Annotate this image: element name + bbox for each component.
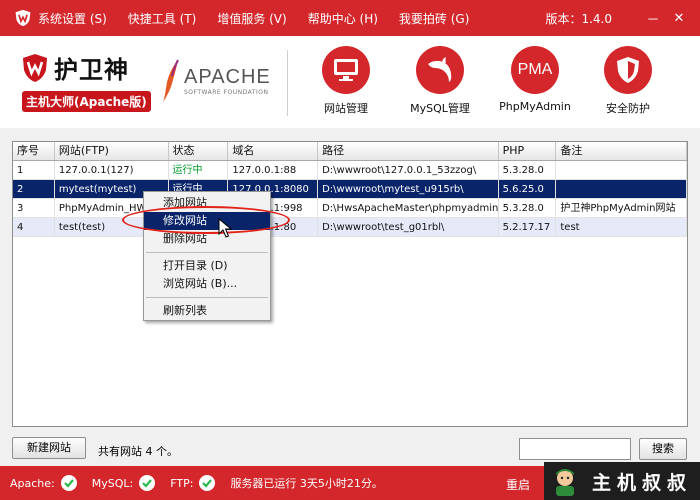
- cell-path: D:\wwwroot\test_g01rbl\: [318, 218, 499, 236]
- ctx-edit-site[interactable]: 修改网站: [144, 212, 270, 230]
- cell-site: 127.0.0.1(127): [55, 161, 169, 179]
- mascot-icon: [556, 469, 574, 496]
- dolphin-icon: [428, 57, 452, 82]
- cell-php: 5.3.28.0: [499, 199, 557, 217]
- context-menu: 添加网站 修改网站 删除网站 打开目录 (D) 浏览网站 (B)... 刷新列表: [143, 191, 271, 321]
- cell-path: D:\wwwroot\mytest_u915rb\: [318, 180, 499, 198]
- menu-quick-tools[interactable]: 快捷工具 (T): [128, 10, 197, 27]
- tool-phpmyadmin[interactable]: PMA PhpMyAdmin: [495, 46, 575, 113]
- search-button[interactable]: 搜索: [639, 438, 687, 460]
- column-header-status[interactable]: 状态: [169, 142, 229, 160]
- cell-php: 5.2.17.17: [499, 218, 557, 236]
- header-divider: [287, 50, 288, 116]
- table-row[interactable]: 3 PhpMyAdmin_HWS 127.0.0.1:998 D:\HwsApa…: [13, 199, 687, 218]
- bottom-bar: 新建网站 共有网站 4 个。 搜索: [0, 432, 700, 466]
- cell-index: 3: [13, 199, 55, 217]
- cell-status: 运行中: [169, 161, 229, 179]
- column-header-domain[interactable]: 域名: [228, 142, 319, 160]
- tool-mysql-management-label: MySQL管理: [410, 102, 470, 115]
- minimize-button[interactable]: －: [640, 9, 666, 28]
- table-row[interactable]: 1 127.0.0.1(127) 运行中 127.0.0.1:88 D:\www…: [13, 161, 687, 180]
- column-header-site[interactable]: 网站(FTP): [55, 142, 169, 160]
- version-label: 版本：1.4.0: [545, 11, 612, 26]
- brand-shield-icon: [23, 53, 47, 82]
- new-site-button[interactable]: 新建网站: [12, 437, 86, 459]
- ctx-browse-site[interactable]: 浏览网站 (B)...: [144, 275, 270, 293]
- brand-logo: 护卫神 主机大师(Apache版): [22, 50, 151, 116]
- cell-index: 4: [13, 218, 55, 236]
- tool-mysql-management[interactable]: MySQL管理: [400, 46, 480, 116]
- ctx-delete-site[interactable]: 删除网站: [144, 230, 270, 248]
- restart-button[interactable]: 重启: [506, 476, 530, 493]
- mysql-ok-icon: [139, 475, 156, 491]
- cell-path: D:\wwwroot\127.0.0.1_53zzog\: [318, 161, 499, 179]
- column-header-index[interactable]: 序号: [13, 142, 55, 160]
- ctx-open-directory[interactable]: 打开目录 (D): [144, 257, 270, 275]
- ctx-separator: [146, 252, 268, 253]
- brand-name: 护卫神: [54, 55, 129, 84]
- column-header-remark[interactable]: 备注: [556, 142, 687, 160]
- app-shield-icon: [15, 9, 31, 27]
- watermark: 主机叔叔: [544, 462, 700, 500]
- ctx-separator: [146, 297, 268, 298]
- cell-index: 1: [13, 161, 55, 179]
- apache-logo-foundation: SOFTWARE FOUNDATION: [184, 89, 269, 96]
- tool-phpmyadmin-label: PhpMyAdmin: [499, 100, 571, 113]
- menu-help-center[interactable]: 帮助中心 (H): [308, 10, 378, 27]
- header: 护卫神 主机大师(Apache版) APACHE SOFTWARE FOUNDA…: [0, 36, 700, 128]
- apache-ok-icon: [60, 475, 77, 491]
- menu-feedback[interactable]: 我要拍砖 (G): [399, 10, 469, 27]
- cell-php: 5.3.28.0: [499, 161, 557, 179]
- menu-system-settings[interactable]: 系统设置 (S): [38, 10, 107, 27]
- ctx-refresh-list[interactable]: 刷新列表: [144, 302, 270, 320]
- tool-security-protection-label: 安全防护: [606, 102, 650, 115]
- apache-logo: APACHE SOFTWARE FOUNDATION: [160, 58, 270, 106]
- cell-remark: [556, 161, 687, 179]
- cell-remark: test: [556, 218, 687, 236]
- tool-site-management-label: 网站管理: [324, 102, 368, 115]
- ftp-ok-icon: [199, 475, 216, 491]
- apache-logo-name: APACHE: [184, 66, 271, 88]
- cell-remark: [556, 180, 687, 198]
- brand-subtitle: 主机大师(Apache版): [22, 91, 151, 112]
- apache-status-label: Apache:: [10, 476, 55, 490]
- table-row[interactable]: 4 test(test) 127.0.0.1:80 D:\wwwroot\tes…: [13, 218, 687, 237]
- mysql-status-label: MySQL:: [91, 476, 134, 490]
- menu-value-added[interactable]: 增值服务 (V): [217, 10, 286, 27]
- ctx-add-site[interactable]: 添加网站: [144, 194, 270, 212]
- site-count-label: 共有网站 4 个。: [98, 445, 178, 458]
- close-button[interactable]: ✕: [666, 11, 692, 26]
- monitor-icon: [334, 59, 358, 81]
- pma-icon: PMA: [517, 61, 553, 78]
- table-header: 序号 网站(FTP) 状态 域名 路径 PHP 备注: [13, 142, 687, 161]
- apache-feather-icon: [163, 59, 179, 102]
- cell-domain: 127.0.0.1:88: [228, 161, 319, 179]
- uptime-label: 服务器已运行 3天5小时21分。: [230, 477, 383, 490]
- watermark-text: 主机叔叔: [592, 471, 693, 494]
- table-row-selected[interactable]: 2 mytest(mytest) 运行中 127.0.0.1:8080 D:\w…: [13, 180, 687, 199]
- tool-security-protection[interactable]: 安全防护: [588, 46, 668, 116]
- cell-php: 5.6.25.0: [499, 180, 557, 198]
- cell-index: 2: [13, 180, 55, 198]
- column-header-php[interactable]: PHP: [499, 142, 557, 160]
- menu-bar: 系统设置 (S) 快捷工具 (T) 增值服务 (V) 帮助中心 (H) 我要拍砖…: [0, 0, 700, 36]
- cell-path: D:\HwsApacheMaster\phpmyadmin: [318, 199, 499, 217]
- shield-icon: [617, 57, 639, 83]
- column-header-path[interactable]: 路径: [318, 142, 499, 160]
- search-input[interactable]: [519, 438, 631, 460]
- cell-remark: 护卫神PhpMyAdmin网站: [556, 199, 687, 217]
- site-list-table[interactable]: 序号 网站(FTP) 状态 域名 路径 PHP 备注 1 127.0.0.1(1…: [12, 141, 688, 427]
- ftp-status-label: FTP:: [170, 476, 194, 490]
- tool-site-management[interactable]: 网站管理: [306, 46, 386, 116]
